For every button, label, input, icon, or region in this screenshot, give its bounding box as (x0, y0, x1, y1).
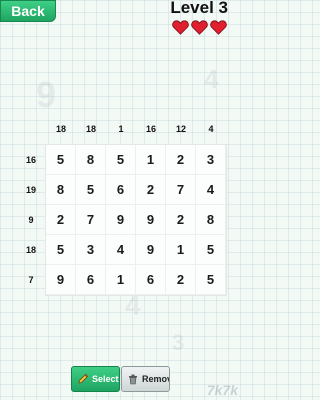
grid-cell[interactable]: 2 (166, 145, 196, 175)
number-grid: 585123856274279928534915961625 (46, 145, 226, 295)
select-button[interactable]: Select (71, 366, 120, 392)
grid-cell[interactable]: 7 (166, 175, 196, 205)
grid-cell[interactable]: 9 (106, 205, 136, 235)
grid-cell[interactable]: 5 (46, 145, 76, 175)
remove-button[interactable]: Remove (121, 366, 170, 392)
row-clue: 18 (25, 245, 36, 255)
grid-cell[interactable]: 9 (136, 235, 166, 265)
row-clue: 7 (28, 275, 34, 285)
grid-cell[interactable]: 6 (106, 175, 136, 205)
column-clue: 16 (145, 124, 156, 134)
grid-cell[interactable]: 2 (136, 175, 166, 205)
column-clue: 18 (55, 124, 66, 134)
lives-indicator (172, 20, 227, 35)
column-clue: 12 (175, 124, 186, 134)
grid-cell[interactable]: 9 (136, 205, 166, 235)
grid-cell[interactable]: 1 (166, 235, 196, 265)
row-clue: 19 (25, 185, 36, 195)
background-digit: 4 (204, 64, 219, 94)
select-button-label: Select (92, 374, 119, 384)
grid-cell[interactable]: 6 (76, 265, 106, 295)
column-clue: 4 (208, 124, 214, 134)
grid-cell[interactable]: 2 (166, 205, 196, 235)
grid-cell[interactable]: 6 (136, 265, 166, 295)
row-clue: 9 (28, 215, 34, 225)
heart-icon (210, 20, 227, 35)
column-clue: 1 (118, 124, 124, 134)
grid-cell[interactable]: 9 (46, 265, 76, 295)
pencil-icon (78, 373, 89, 384)
row-clue: 16 (25, 155, 36, 165)
grid-cell[interactable]: 2 (166, 265, 196, 295)
grid-cell[interactable]: 5 (106, 145, 136, 175)
level-title: Level 3 (170, 0, 228, 17)
column-clue: 18 (85, 124, 96, 134)
grid-cell[interactable]: 3 (76, 235, 106, 265)
background-digit: 9 (36, 74, 57, 115)
background-digit: 3 (172, 330, 185, 355)
watermark: 7k7k (206, 382, 238, 398)
grid-cell[interactable]: 7 (76, 205, 106, 235)
grid-cell[interactable]: 1 (106, 265, 136, 295)
grid-cell[interactable]: 5 (196, 265, 226, 295)
grid-cell[interactable]: 4 (106, 235, 136, 265)
grid-cell[interactable]: 8 (46, 175, 76, 205)
heart-icon (172, 20, 189, 35)
grid-cell[interactable]: 1 (136, 145, 166, 175)
trash-icon (129, 374, 137, 385)
grid-cell[interactable]: 2 (46, 205, 76, 235)
grid-cell[interactable]: 5 (76, 175, 106, 205)
back-button[interactable]: Back (0, 0, 56, 22)
grid-cell[interactable]: 5 (196, 235, 226, 265)
heart-icon (191, 20, 208, 35)
grid-cell[interactable]: 8 (76, 145, 106, 175)
grid-cell[interactable]: 4 (196, 175, 226, 205)
grid-cell[interactable]: 3 (196, 145, 226, 175)
grid-cell[interactable]: 8 (196, 205, 226, 235)
grid-cell[interactable]: 5 (46, 235, 76, 265)
remove-button-label: Remove (142, 374, 169, 384)
